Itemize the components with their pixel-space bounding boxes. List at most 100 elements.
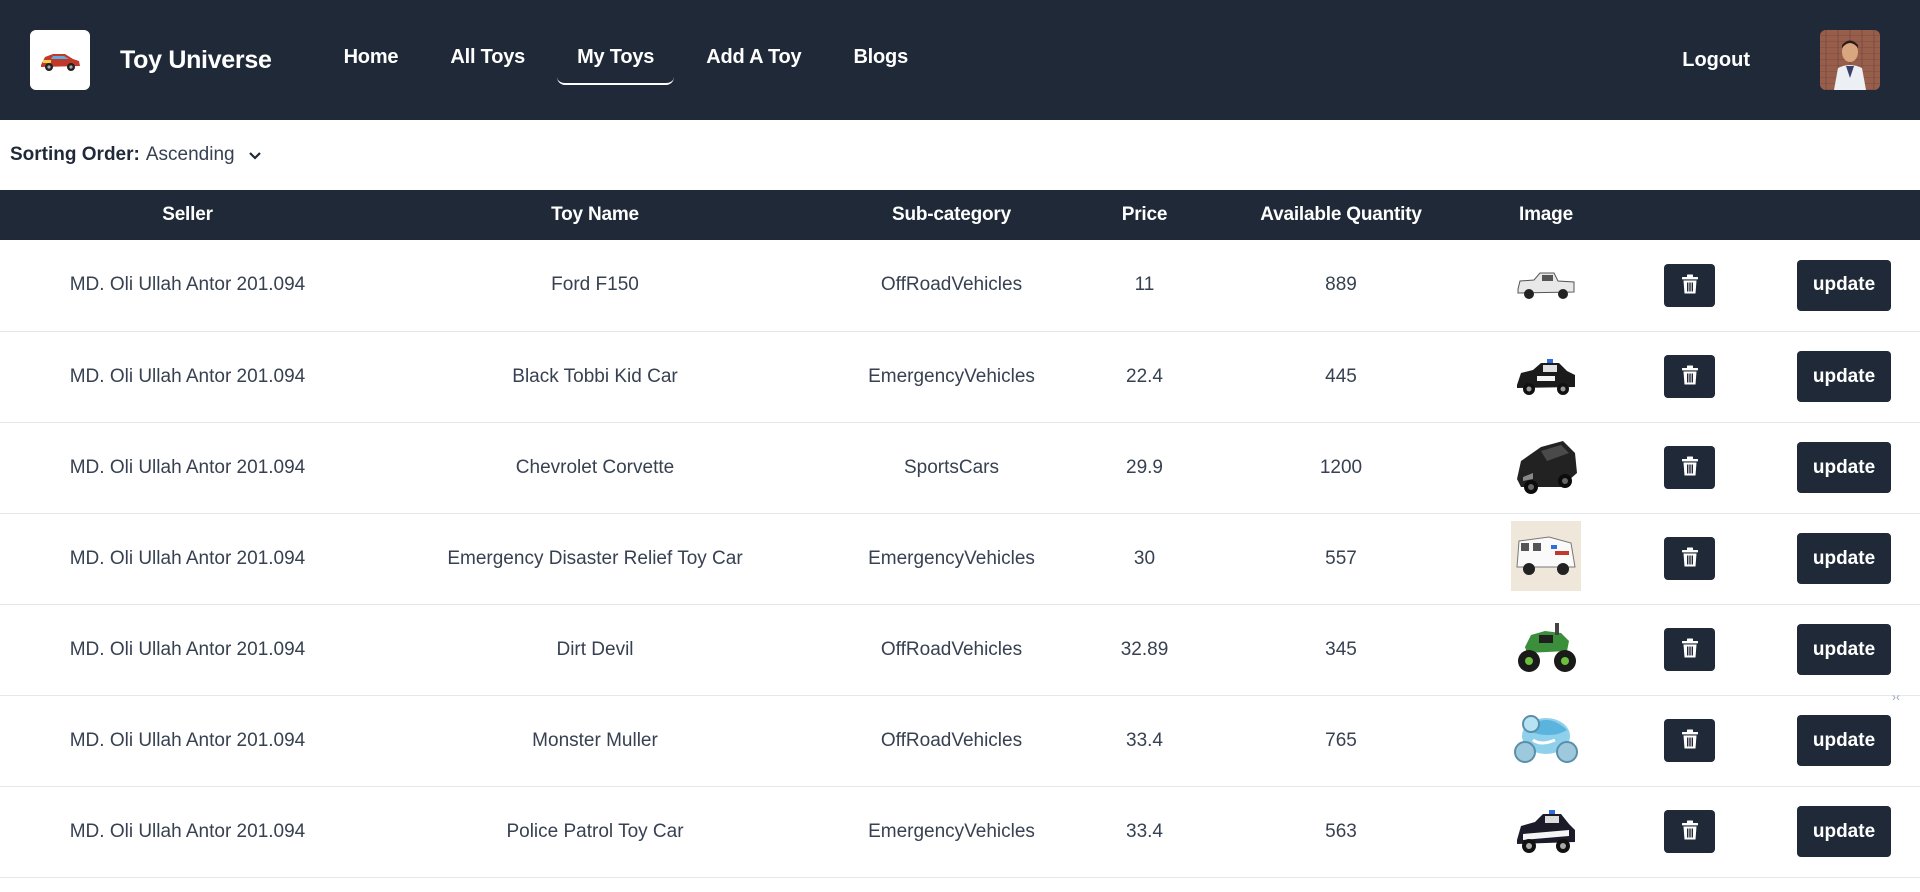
cell-toy-name: Dirt Devil: [556, 638, 634, 660]
nav-all-toys[interactable]: All Toys: [430, 36, 545, 85]
update-button[interactable]: update: [1797, 442, 1891, 493]
table-row: MD. Oli Ullah Antor 201.094 Police Patrol…: [0, 786, 1920, 877]
user-photo: [1820, 30, 1880, 90]
chevron-down-icon: [248, 144, 261, 166]
sort-bar: Sorting Order: Ascending: [0, 120, 1920, 190]
cell-quantity: 557: [1325, 547, 1357, 569]
toy-thumbnail: [1511, 614, 1581, 684]
cell-quantity: 345: [1325, 638, 1357, 660]
table-header: Seller Toy Name Sub-category Price Avail…: [0, 190, 1920, 240]
trash-icon: [1681, 274, 1699, 297]
toy-thumbnail: [1511, 702, 1581, 772]
side-hint: ›‹: [1892, 690, 1900, 704]
header-toy-name: Toy Name: [551, 204, 639, 225]
table-row: MD. Oli Ullah Antor 201.094 Chevrolet Cor…: [0, 422, 1920, 513]
cell-price: 11: [1134, 274, 1155, 296]
cell-image: [1481, 604, 1611, 695]
table-row: MD. Oli Ullah Antor 201.094 Emergency Dis…: [0, 513, 1920, 604]
sort-order-select[interactable]: Ascending: [146, 144, 261, 166]
delete-button[interactable]: [1664, 446, 1715, 489]
cell-sub-category: EmergencyVehicles: [868, 365, 1035, 387]
header-image: Image: [1519, 204, 1573, 225]
trash-icon: [1681, 456, 1699, 479]
cell-toy-name: Emergency Disaster Relief Toy Car: [447, 547, 743, 569]
car-logo-icon: [41, 54, 80, 71]
table-row: MD. Oli Ullah Antor 201.094 Monster Mulle…: [0, 695, 1920, 786]
cell-quantity: 1200: [1319, 456, 1363, 478]
update-button[interactable]: update: [1797, 533, 1891, 584]
delete-button[interactable]: [1664, 537, 1715, 580]
nav-links: Home All Toys My Toys Add A Toy Blogs: [324, 36, 928, 85]
cell-seller: MD. Oli Ullah Antor 201.094: [69, 820, 306, 842]
delete-button[interactable]: [1664, 355, 1715, 398]
update-button[interactable]: update: [1797, 351, 1891, 402]
cell-seller: MD. Oli Ullah Antor 201.094: [69, 729, 306, 751]
cell-sub-category: EmergencyVehicles: [868, 820, 1035, 842]
cell-image: [1481, 695, 1611, 786]
delete-button[interactable]: [1664, 628, 1715, 671]
update-button[interactable]: update: [1797, 806, 1891, 857]
trash-icon: [1681, 820, 1699, 843]
cell-delete: [1611, 331, 1768, 422]
toy-thumbnail: [1511, 797, 1581, 867]
cell-price: 29.9: [1126, 456, 1163, 478]
navbar: Toy Universe Home All Toys My Toys Add A…: [0, 0, 1920, 120]
brand-name[interactable]: Toy Universe: [120, 46, 272, 75]
cell-toy-name: Police Patrol Toy Car: [506, 820, 684, 842]
header-price: Price: [1121, 204, 1168, 225]
cell-delete: [1611, 604, 1768, 695]
cell-quantity: 765: [1325, 729, 1357, 751]
cell-seller: MD. Oli Ullah Antor 201.094: [69, 456, 306, 478]
cell-quantity: 563: [1325, 820, 1357, 842]
cell-delete: [1611, 695, 1768, 786]
nav-my-toys[interactable]: My Toys: [557, 36, 675, 85]
cell-sub-category: EmergencyVehicles: [868, 547, 1035, 569]
trash-icon: [1681, 638, 1699, 661]
cell-update: update: [1768, 331, 1920, 422]
cell-update: update: [1768, 513, 1920, 604]
header-sub-category: Sub-category: [891, 204, 1011, 225]
cell-price: 32.89: [1120, 638, 1169, 660]
cell-update: update: [1768, 604, 1920, 695]
delete-button[interactable]: [1664, 263, 1715, 307]
cell-seller: MD. Oli Ullah Antor 201.094: [69, 547, 306, 569]
cell-seller: MD. Oli Ullah Antor 201.094: [69, 274, 306, 296]
nav-blogs[interactable]: Blogs: [833, 36, 928, 85]
update-button[interactable]: update: [1797, 259, 1891, 311]
update-button[interactable]: update: [1797, 624, 1891, 675]
my-toys-table: Seller Toy Name Sub-category Price Avail…: [0, 190, 1920, 878]
table-row: MD. Oli Ullah Antor 201.094 Dirt Devil Off…: [0, 604, 1920, 695]
cell-toy-name: Black Tobbi Kid Car: [512, 365, 678, 387]
trash-icon: [1681, 365, 1699, 388]
sort-value: Ascending: [145, 144, 235, 165]
cell-image: [1481, 422, 1611, 513]
logout-button[interactable]: Logout: [1682, 49, 1750, 72]
update-button[interactable]: update: [1797, 715, 1891, 766]
cell-seller: MD. Oli Ullah Antor 201.094: [69, 638, 306, 660]
cell-quantity: 889: [1325, 274, 1357, 296]
cell-sub-category: OffRoadVehicles: [880, 274, 1023, 296]
cell-image: [1481, 240, 1611, 331]
cell-delete: [1611, 786, 1768, 877]
cell-toy-name: Monster Muller: [532, 729, 658, 751]
user-avatar[interactable]: [1820, 30, 1880, 90]
toy-thumbnail: [1511, 342, 1581, 412]
cell-toy-name: Ford F150: [551, 274, 639, 296]
cell-toy-name: Chevrolet Corvette: [515, 456, 675, 478]
cell-seller: MD. Oli Ullah Antor 201.094: [69, 365, 306, 387]
cell-price: 33.4: [1126, 729, 1163, 751]
site-logo[interactable]: [30, 30, 90, 90]
delete-button[interactable]: [1664, 810, 1715, 853]
toy-thumbnail: [1511, 250, 1581, 320]
nav-home[interactable]: Home: [324, 36, 419, 85]
delete-button[interactable]: [1664, 719, 1715, 762]
table-row: MD. Oli Ullah Antor 201.094 Black Tobbi K…: [0, 331, 1920, 422]
toy-thumbnail: [1511, 431, 1581, 501]
cell-sub-category: OffRoadVehicles: [880, 638, 1023, 660]
sort-label: Sorting Order:: [10, 144, 140, 165]
cell-sub-category: SportsCars: [903, 456, 1000, 478]
cell-delete: [1611, 422, 1768, 513]
header-seller: Seller: [162, 204, 213, 225]
cell-update: update: [1768, 240, 1920, 331]
nav-add-a-toy[interactable]: Add A Toy: [686, 36, 821, 85]
